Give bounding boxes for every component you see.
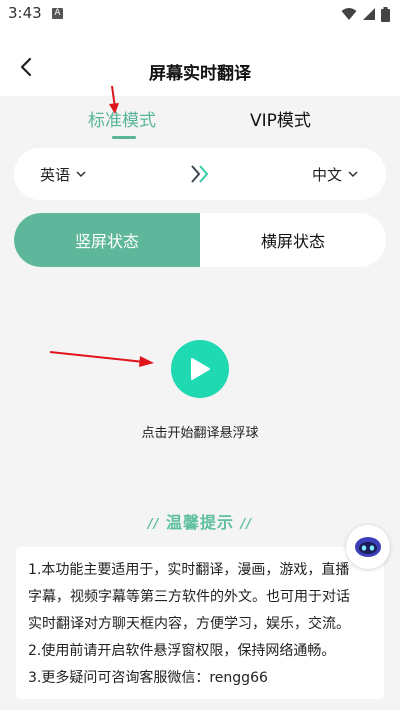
tips-title: 温馨提示	[165, 513, 234, 532]
tip-line: 2.使用前请开启软件悬浮窗权限，保持网络通畅。	[28, 643, 336, 659]
start-caption: 点击开始翻译悬浮球	[141, 426, 259, 441]
status-time: 3:43	[8, 4, 42, 22]
robot-assistant-icon	[355, 537, 381, 557]
tip-line: 1.本功能主要适用于，实时翻译，漫画，游戏，直播	[28, 562, 350, 578]
active-tab-indicator	[112, 136, 136, 139]
start-translation-play-button[interactable]	[171, 340, 229, 398]
mode-tabs: 标准模式 VIP模式	[0, 96, 400, 140]
tip-line: 字幕，视频字幕等第三方软件的外文。也可用于对话	[28, 589, 350, 605]
play-icon	[191, 358, 210, 380]
tips-right-deco: //	[240, 517, 253, 532]
source-language-dropdown[interactable]: 英语	[40, 164, 86, 185]
tab-vip-mode[interactable]: VIP模式	[250, 106, 311, 131]
notification-icon: A	[52, 8, 63, 19]
status-bar: 3:43 A	[0, 0, 400, 28]
annotation-arrow-right	[49, 351, 154, 367]
wifi-icon	[341, 8, 357, 20]
tab-standard-mode[interactable]: 标准模式	[88, 106, 156, 131]
double-chevron-right-icon[interactable]	[188, 163, 212, 185]
assistant-floating-button[interactable]	[346, 525, 390, 569]
page-title: 屏幕实时翻译	[149, 64, 251, 84]
landscape-mode-button[interactable]: 横屏状态	[200, 213, 386, 267]
target-language-dropdown[interactable]: 中文	[312, 164, 358, 185]
tip-line: 3.更多疑问可咨询客服微信：rengg66	[28, 670, 268, 686]
tips-left-deco: //	[147, 517, 160, 532]
battery-icon	[381, 6, 390, 22]
tips-heading: // 温馨提示 //	[0, 509, 400, 533]
portrait-mode-button[interactable]: 竖屏状态	[14, 213, 200, 267]
signal-icon	[363, 8, 375, 20]
status-icons	[341, 6, 390, 22]
chevron-down-icon	[76, 171, 86, 178]
orientation-toggle: 竖屏状态 横屏状态	[14, 213, 386, 267]
language-selector: 英语 中文	[14, 148, 386, 200]
chevron-down-icon	[348, 171, 358, 178]
app-header: 屏幕实时翻译	[0, 28, 400, 114]
tip-line: 实时翻译对方聊天框内容，方便学习，娱乐，交流。	[28, 616, 350, 632]
source-language-label: 英语	[40, 166, 71, 184]
target-language-label: 中文	[311, 166, 342, 184]
tips-box: 1.本功能主要适用于，实时翻译，漫画，游戏，直播 字幕，视频字幕等第三方软件的外…	[16, 547, 384, 699]
